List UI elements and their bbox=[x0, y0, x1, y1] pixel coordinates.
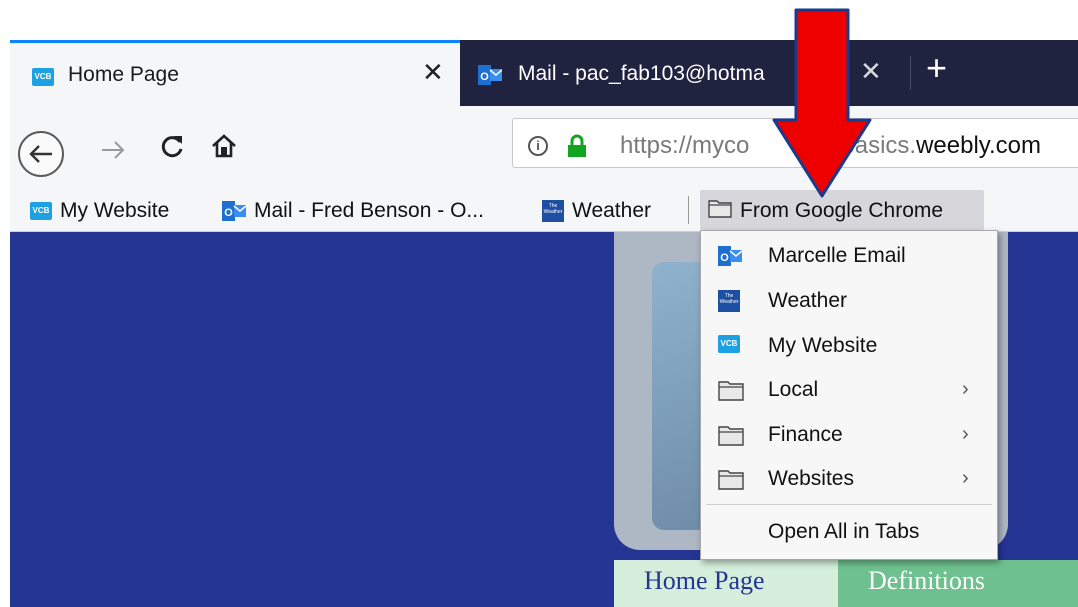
url-prefix: https://myco bbox=[620, 132, 750, 159]
menu-separator bbox=[706, 504, 992, 505]
bookmark-folder-from-google-chrome[interactable]: From Google Chrome bbox=[708, 197, 943, 225]
bookmark-label: Mail - Fred Benson - O... bbox=[254, 199, 484, 222]
tab-title: Mail - pac_fab103@hotma bbox=[518, 62, 765, 85]
back-button[interactable] bbox=[18, 131, 64, 177]
bookmark-mail[interactable]: O Mail - Fred Benson - O... bbox=[222, 197, 484, 225]
menu-item-label: Websites bbox=[768, 467, 854, 490]
chevron-right-icon: › bbox=[962, 423, 969, 445]
site-nav-home-label[interactable]: Home Page bbox=[644, 566, 765, 596]
forward-arrow-icon bbox=[102, 141, 125, 159]
menu-item-label: My Website bbox=[768, 334, 878, 357]
chevron-right-icon: › bbox=[962, 467, 969, 489]
svg-text:O: O bbox=[224, 207, 233, 219]
forward-button[interactable] bbox=[100, 136, 126, 168]
bookmark-label: My Website bbox=[60, 199, 170, 222]
vcb-icon: VCB bbox=[718, 335, 740, 353]
menu-item-label: Weather bbox=[768, 289, 847, 312]
tab-title: Home Page bbox=[68, 63, 179, 86]
weather-channel-icon: The Weather bbox=[718, 290, 740, 312]
menu-item-websites[interactable]: Websites › bbox=[700, 461, 998, 501]
menu-item-finance[interactable]: Finance › bbox=[700, 417, 998, 457]
folder-icon bbox=[718, 424, 744, 451]
menu-item-label: Marcelle Email bbox=[768, 244, 906, 267]
bookmark-weather[interactable]: The Weather Weather bbox=[542, 197, 651, 225]
vcb-icon: VCB bbox=[30, 202, 52, 220]
outlook-icon: O bbox=[478, 64, 503, 86]
folder-icon bbox=[708, 198, 732, 224]
folder-icon bbox=[718, 379, 744, 406]
menu-item-label: Finance bbox=[768, 423, 843, 446]
menu-item-weather[interactable]: The Weather Weather bbox=[700, 283, 998, 323]
tab-separator bbox=[910, 56, 911, 90]
folder-icon bbox=[718, 468, 744, 495]
reload-icon bbox=[161, 136, 183, 158]
new-tab-icon[interactable]: + bbox=[926, 50, 947, 86]
url-domain: weebly.com bbox=[916, 132, 1042, 159]
bookmark-label: Weather bbox=[572, 199, 651, 222]
chevron-right-icon: › bbox=[962, 378, 969, 400]
svg-text:O: O bbox=[720, 252, 729, 264]
back-arrow-icon bbox=[29, 145, 52, 163]
bookmark-separator bbox=[688, 196, 689, 224]
menu-item-label: Local bbox=[768, 378, 819, 401]
bookmark-label: From Google Chrome bbox=[740, 199, 944, 222]
home-button[interactable] bbox=[210, 132, 238, 165]
menu-item-local[interactable]: Local › bbox=[700, 372, 998, 412]
outlook-icon: O bbox=[718, 245, 743, 267]
menu-item-my-website[interactable]: VCB My Website bbox=[700, 328, 998, 368]
site-nav-definitions-label[interactable]: Definitions bbox=[868, 566, 985, 596]
weather-channel-icon: The Weather bbox=[542, 200, 564, 222]
bookmark-my-website[interactable]: VCB My Website bbox=[30, 197, 169, 225]
reload-button[interactable] bbox=[158, 133, 186, 169]
outlook-icon: O bbox=[222, 200, 247, 222]
vcb-icon: VCB bbox=[32, 68, 54, 86]
tab-home-page[interactable]: VCB Home Page ✕ bbox=[10, 40, 460, 106]
info-icon[interactable]: i bbox=[528, 136, 548, 156]
close-tab-icon[interactable]: ✕ bbox=[422, 59, 444, 85]
menu-item-open-all-in-tabs[interactable]: Open All in Tabs bbox=[700, 514, 998, 554]
svg-text:O: O bbox=[480, 71, 489, 83]
menu-item-marcelle-email[interactable]: O Marcelle Email bbox=[700, 238, 998, 278]
lock-icon[interactable] bbox=[566, 134, 588, 163]
home-icon bbox=[212, 134, 236, 158]
red-arrow-annotation bbox=[772, 8, 872, 198]
menu-item-label: Open All in Tabs bbox=[768, 520, 920, 543]
